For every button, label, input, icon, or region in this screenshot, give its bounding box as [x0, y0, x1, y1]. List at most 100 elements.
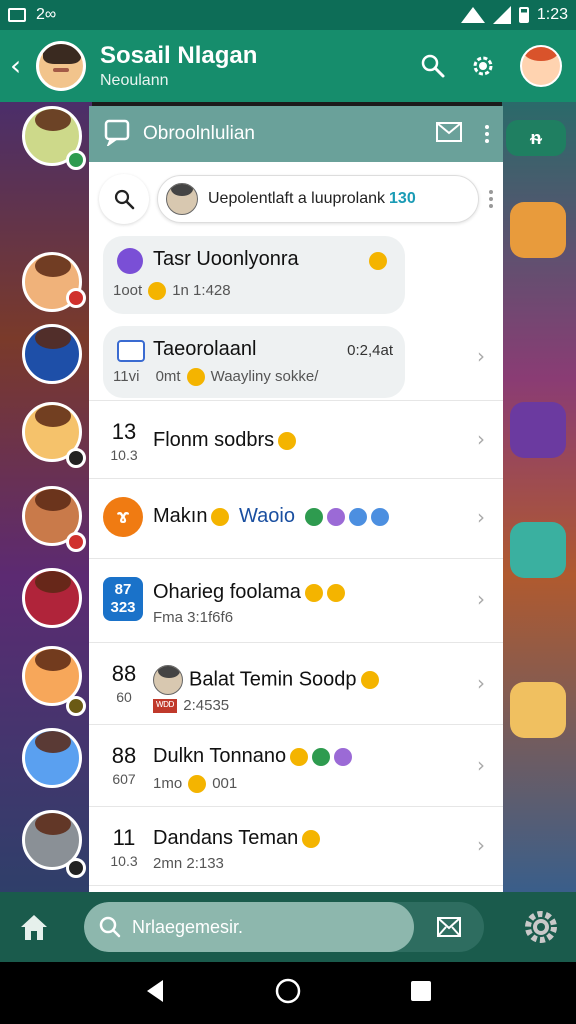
home-button[interactable] [14, 907, 54, 947]
row-title: Flonm sodbrs [153, 429, 297, 452]
search-icon [98, 915, 122, 939]
app-actions [420, 45, 562, 87]
settings-button[interactable] [520, 906, 562, 948]
row-title: Makın Waoio [153, 505, 389, 528]
bubble-title: Tasr Uoonlyonra [153, 248, 299, 270]
chevron-right-icon[interactable]: › [477, 587, 485, 611]
emoji-icon [186, 368, 205, 387]
settings-icon[interactable] [470, 53, 496, 79]
bottom-bar: Nrlaegemesir. [0, 892, 576, 962]
signal-icon [492, 6, 511, 24]
gear-icon [525, 911, 557, 943]
search-avatar [166, 183, 198, 215]
deco-dog-icon [510, 682, 566, 738]
mail-icon [437, 917, 461, 937]
app-bar: ‹ Sosail Nlagan Neoulann [0, 30, 576, 102]
search-count: 130 [389, 190, 416, 207]
chevron-right-icon[interactable]: › [477, 427, 485, 451]
search-icon[interactable] [420, 53, 446, 79]
bubble-sub: 11vi 0mt Waayliny sokke/ [113, 368, 319, 387]
app-titles: Sosail Nlagan Neoulann [100, 42, 420, 90]
back-button[interactable]: ‹ [10, 52, 32, 80]
search-button[interactable] [99, 174, 149, 224]
row-sub: ᵂᴰᴰ 2:4535 [153, 697, 229, 714]
notification-icon [8, 8, 26, 22]
nav-back-icon[interactable] [143, 978, 167, 1009]
row-number-sub: 10.3 [110, 447, 138, 463]
chevron-right-icon[interactable]: › [477, 344, 485, 368]
row-calendar-icon: 87 323 [103, 577, 143, 621]
mail-button[interactable] [414, 916, 484, 938]
bottom-search-bar: Nrlaegemesir. [84, 902, 484, 952]
status-left-text: 2∞ [36, 6, 57, 23]
bubble-sub: 1oot 1n 1:428 [113, 282, 231, 301]
list-item[interactable]: 11 10.3 Dandans Teman 2mn 2:133 › [89, 806, 503, 886]
panel-header: Obroolnlulian [89, 106, 503, 162]
row-sub: Fma 3:1f6f6 [153, 609, 234, 626]
mail-icon[interactable] [435, 121, 463, 148]
list-item[interactable]: 87 323 Oharieg foolama Fma 3:1f6f6 › [89, 558, 503, 642]
chat-panel: Obroolnlulian Uepolentlaft a luuprolank … [89, 106, 503, 892]
background-art-left [0, 102, 92, 892]
nav-home-icon[interactable] [274, 977, 302, 1010]
row-number-sub: 10.3 [110, 853, 138, 869]
bubble-emoji-icon [363, 252, 393, 271]
bubble-app-icon [117, 248, 143, 274]
chat-icon[interactable] [103, 118, 131, 151]
panel-menu-icon[interactable] [485, 125, 489, 143]
chat-bubble-2[interactable]: Taeorolaanl 0:2,4at 11vi 0mt Waayliny sok… [103, 326, 405, 398]
deco-character-icon [510, 402, 566, 458]
row-title: Dulkn Tonnano [153, 745, 353, 768]
chevron-right-icon[interactable]: › [477, 753, 485, 777]
deco-cat-icon [510, 202, 566, 258]
message-search-field[interactable]: Nrlaegemesir. [84, 902, 414, 952]
background-art-right [502, 102, 576, 892]
message-search-placeholder: Nrlaegemesir. [132, 916, 244, 937]
battery-icon [518, 7, 529, 23]
list-item[interactable]: 88 60 Balat Temin Soodp ᵂᴰᴰ 2:4535 › [89, 642, 503, 724]
chevron-right-icon[interactable]: › [477, 833, 485, 857]
rail-badge-7 [66, 696, 86, 716]
row-sub: 1mo 001 [153, 775, 238, 794]
group-avatar[interactable] [36, 41, 86, 91]
list-item[interactable]: 88 607 Dulkn Tonnano 1mo 001 › [89, 724, 503, 806]
app-subtitle: Neoulann [100, 72, 169, 89]
rail-badge-2 [66, 288, 86, 308]
list-item[interactable]: 13 10.3 Flonm sodbrs › [89, 400, 503, 478]
rail-badge-1 [66, 150, 86, 170]
row-number: 88 [111, 743, 137, 768]
row-number: 11 [112, 825, 136, 850]
chevron-right-icon[interactable]: › [477, 671, 485, 695]
wifi-icon [460, 7, 485, 23]
search-icon [114, 189, 135, 210]
row-app-icon: ɤ [103, 497, 143, 537]
emoji-icon [211, 507, 230, 526]
status-time: 1:23 [536, 6, 568, 23]
search-menu-icon[interactable] [489, 190, 493, 208]
bubble-right-text: 0:2,4at [347, 342, 393, 359]
chat-bubble-1[interactable]: Tasr Uoonlyonra 1oot 1n 1:428 [103, 236, 405, 314]
rail-avatar-6[interactable] [22, 568, 82, 628]
chevron-right-icon[interactable]: › [477, 505, 485, 529]
status-left: 2∞ [8, 6, 56, 24]
row-number: 88 [111, 661, 137, 686]
system-nav-bar [0, 962, 576, 1024]
profile-avatar[interactable] [520, 45, 562, 87]
status-bar: 2∞ 1:23 [0, 0, 576, 30]
panel-title: Obroolnlulian [143, 123, 255, 144]
row-title: Dandans Teman [153, 827, 321, 850]
row-number-sub: 607 [112, 771, 136, 787]
rail-badge-9 [66, 858, 86, 878]
row-sub: 2mn 2:133 [153, 855, 224, 872]
search-row: Uepolentlaft a luuprolank 130 [89, 162, 503, 226]
rail-avatar-8[interactable] [22, 728, 82, 788]
search-text: Uepolentlaft a luuprolank [208, 190, 386, 207]
emoji-icon [148, 282, 167, 301]
chat-chip[interactable]: ᵰ [506, 120, 566, 156]
nav-recents-icon[interactable] [409, 979, 433, 1008]
search-field[interactable]: Uepolentlaft a luuprolank 130 [157, 175, 479, 223]
rail-badge-4 [66, 448, 86, 468]
rail-avatar-3[interactable] [22, 324, 82, 384]
rail-badge-5 [66, 532, 86, 552]
list-item[interactable]: ɤ Makın Waoio › [89, 478, 503, 558]
